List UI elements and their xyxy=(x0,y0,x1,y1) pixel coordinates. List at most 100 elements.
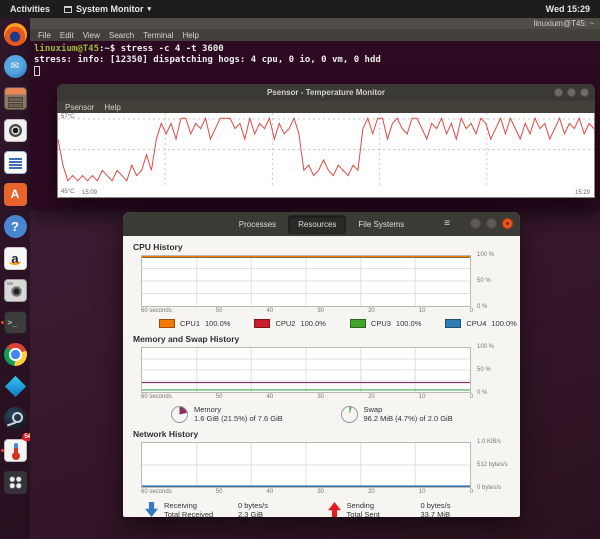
pie-icon xyxy=(341,406,358,423)
tab[interactable]: Resources xyxy=(288,215,346,234)
dock-item-amazon[interactable]: a xyxy=(0,245,30,271)
network-legend-item[interactable]: Receiving 0 bytes/s Total Received 2.3 G… xyxy=(145,501,328,519)
x-tick: 10 xyxy=(419,394,426,400)
net-rate: 0 bytes/s xyxy=(421,501,451,510)
dock-item-chrome[interactable] xyxy=(0,341,30,367)
cpu-legend: CPU1 100.0% CPU2 100.0% CPU3 100.0% CPU4… xyxy=(133,316,510,334)
psensor-minimize-button[interactable] xyxy=(554,88,563,97)
psensor-time-start-label: 15:09 xyxy=(82,190,97,196)
cpu-legend-item[interactable]: CPU4 100.0% xyxy=(445,319,516,328)
cpu-value: 100.0% xyxy=(491,319,516,328)
psensor-menu-item[interactable]: Psensor xyxy=(65,103,94,112)
activities-button[interactable]: Activities xyxy=(0,4,60,14)
top-bar: Activities System Monitor ▾ Wed 15:29 xyxy=(0,0,600,18)
terminal-menu-item[interactable]: Edit xyxy=(60,31,74,40)
arrow-icon xyxy=(328,502,341,517)
x-tick: 60 seconds xyxy=(141,308,172,314)
x-tick: 0 xyxy=(470,308,473,314)
cpu-legend-item[interactable]: CPU1 100.0% xyxy=(159,319,230,328)
terminal-line-output: stress: info: [12350] dispatching hogs: … xyxy=(34,55,600,66)
psensor-menu-item[interactable]: Help xyxy=(104,103,120,112)
cpu-value: 100.0% xyxy=(396,319,421,328)
x-tick: 40 xyxy=(267,308,274,314)
psensor-menubar: Psensor Help xyxy=(57,101,595,113)
dock-item-writer[interactable] xyxy=(0,149,30,175)
network-y-axis: 1.0 KiB/s512 bytes/s0 bytes/s xyxy=(477,439,519,491)
sysmon-minimize-button[interactable] xyxy=(470,218,481,229)
x-tick: 30 xyxy=(317,489,324,495)
x-tick: 10 xyxy=(419,308,426,314)
terminal-menubar: File Edit View Search Terminal Help xyxy=(30,29,600,41)
dock-item-show-applications[interactable] xyxy=(0,469,30,495)
tab[interactable]: File Systems xyxy=(348,215,414,234)
x-tick: 20 xyxy=(368,308,375,314)
net-total-label: Total Sent xyxy=(347,510,413,519)
memory-legend-item[interactable]: Memory 1.6 GiB (21.5%) of 7.6 GiB xyxy=(171,405,341,423)
cpu-label: CPU1 xyxy=(180,319,200,328)
psensor-title: Psensor - Temperature Monitor xyxy=(267,88,385,97)
dock-item-file-cabinet[interactable] xyxy=(0,85,30,111)
dock-item-terminal[interactable]: >_ xyxy=(0,309,30,335)
hamburger-menu-icon[interactable]: ≡ xyxy=(436,217,458,231)
cpu-history-chart xyxy=(141,255,471,307)
clock[interactable]: Wed 15:29 xyxy=(546,4,600,14)
memory-history-title: Memory and Swap History xyxy=(133,334,510,344)
y-tick: 100 % xyxy=(477,252,519,258)
app-window-icon xyxy=(64,6,72,13)
network-history-title: Network History xyxy=(133,429,510,439)
system-monitor-headerbar[interactable]: ProcessesResourcesFile Systems ≡ xyxy=(123,212,520,236)
temperature-badge: 54 xyxy=(22,433,30,441)
memory-x-axis: 60 seconds50403020100 xyxy=(141,393,473,402)
network-legend: Receiving 0 bytes/s Total Received 2.3 G… xyxy=(133,497,510,525)
tab[interactable]: Processes xyxy=(229,215,286,234)
focused-app-label: System Monitor xyxy=(76,4,144,14)
sysmon-close-button[interactable] xyxy=(502,218,513,229)
x-tick: 30 xyxy=(317,308,324,314)
cpu-y-axis: 100 %50 %0 % xyxy=(477,252,519,310)
terminal-menu-item[interactable]: Help xyxy=(182,31,198,40)
dock-item-thunderbird[interactable]: ✉ xyxy=(0,53,30,79)
memory-legend: Memory 1.6 GiB (21.5%) of 7.6 GiB Swap 9… xyxy=(133,402,510,429)
x-tick: 30 xyxy=(317,394,324,400)
memory-detail: 1.6 GiB (21.5%) of 7.6 GiB xyxy=(194,414,283,423)
x-tick: 50 xyxy=(216,394,223,400)
terminal-titlebar[interactable]: linuxium@T45: ~ xyxy=(30,18,600,29)
terminal-menu-item[interactable]: File xyxy=(38,31,51,40)
psensor-ymin-label: 45°C xyxy=(61,189,74,195)
x-tick: 20 xyxy=(368,394,375,400)
x-tick: 10 xyxy=(419,489,426,495)
memory-y-axis: 100 %50 %0 % xyxy=(477,344,519,396)
cpu-legend-item[interactable]: CPU2 100.0% xyxy=(254,319,325,328)
dock-item-rhythmbox[interactable] xyxy=(0,117,30,143)
libreoffice-writer-icon xyxy=(4,151,27,174)
dock-item-help[interactable]: ? xyxy=(0,213,30,239)
x-tick: 0 xyxy=(470,489,473,495)
pie-icon xyxy=(171,406,188,423)
cpu-color-swatch xyxy=(159,319,175,328)
psensor-close-button[interactable] xyxy=(580,88,589,97)
memory-legend-item[interactable]: Swap 96.2 MiB (4.7%) of 2.0 GiB xyxy=(341,405,511,423)
memory-label: Memory xyxy=(194,405,283,414)
dock-item-psensor[interactable]: 54 xyxy=(0,437,30,463)
terminal-cursor xyxy=(34,66,40,76)
dock-item-steam[interactable] xyxy=(0,405,30,431)
dock-item-kodi[interactable] xyxy=(0,373,30,399)
terminal-menu-item[interactable]: View xyxy=(83,31,100,40)
psensor-time-end-label: 15:29 xyxy=(575,190,590,196)
net-total-label: Total Received xyxy=(164,510,230,519)
x-tick: 40 xyxy=(267,394,274,400)
dock-item-software[interactable]: A xyxy=(0,181,30,207)
focused-app-menu[interactable]: System Monitor ▾ xyxy=(64,4,151,14)
dock-item-cheese[interactable] xyxy=(0,277,30,303)
chevron-down-icon: ▾ xyxy=(148,5,152,13)
dock-item-firefox[interactable] xyxy=(0,21,30,47)
net-label: Receiving xyxy=(164,501,230,510)
terminal-menu-item[interactable]: Terminal xyxy=(143,31,173,40)
cpu-legend-item[interactable]: CPU3 100.0% xyxy=(350,319,421,328)
sysmon-maximize-button[interactable] xyxy=(486,218,497,229)
y-tick: 512 bytes/s xyxy=(477,462,519,468)
psensor-titlebar[interactable]: Psensor - Temperature Monitor xyxy=(57,84,595,101)
psensor-maximize-button[interactable] xyxy=(567,88,576,97)
network-legend-item[interactable]: Sending 0 bytes/s Total Sent 33.7 MiB xyxy=(328,501,511,519)
terminal-menu-item[interactable]: Search xyxy=(109,31,134,40)
